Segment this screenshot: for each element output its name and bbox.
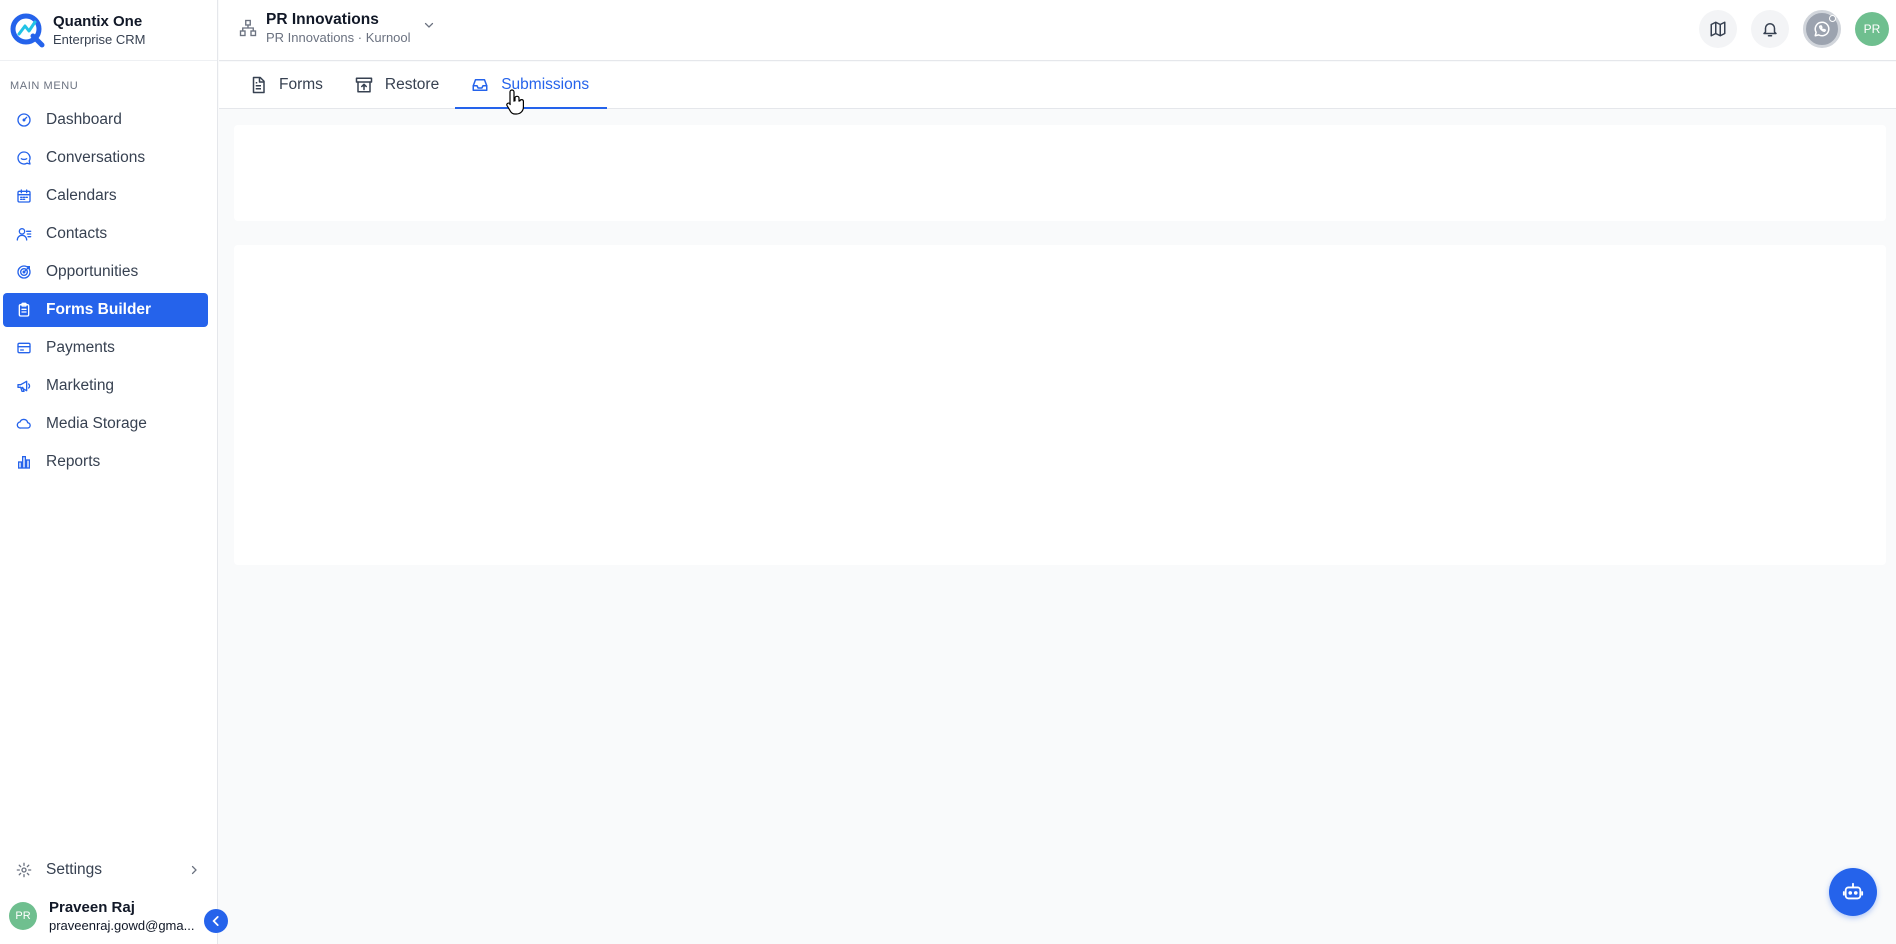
calendar-icon <box>15 187 33 205</box>
sidebar-item-label: Dashboard <box>46 111 122 128</box>
map-button[interactable] <box>1699 10 1737 48</box>
tab-restore[interactable]: Restore <box>355 62 453 108</box>
sidebar-item-media-storage[interactable]: Media Storage <box>3 407 208 441</box>
sidebar-item-label: Contacts <box>46 225 108 242</box>
organization-switcher[interactable]: PR Innovations PR Innovations · Kurnool <box>239 10 435 46</box>
organization-location: PR Innovations · Kurnool <box>266 30 411 45</box>
robot-icon <box>1842 882 1864 900</box>
document-icon <box>249 75 269 95</box>
user-email: praveenraj.gowd@gma... <box>49 917 195 933</box>
sidebar-item-opportunities[interactable]: Opportunities <box>3 255 208 289</box>
inbox-icon <box>471 75 491 95</box>
notifications-button[interactable] <box>1751 10 1789 48</box>
whatsapp-button[interactable] <box>1803 10 1841 48</box>
sidebar-item-conversations[interactable]: Conversations <box>3 141 208 175</box>
chevron-left-icon <box>212 916 219 926</box>
organization-name: PR Innovations <box>266 11 379 28</box>
sitemap-icon <box>239 19 257 37</box>
main-menu-label: MAIN MENU <box>10 80 79 92</box>
sidebar: Quantix One Enterprise CRM MAIN MENU Das… <box>0 0 218 944</box>
user-profile[interactable]: PR Praveen Raj praveenraj.gowd@gma... <box>9 896 209 936</box>
submissions-filter-panel <box>234 125 1886 221</box>
bell-icon <box>1763 23 1777 37</box>
tab-label: Forms <box>279 76 323 93</box>
sidebar-item-dashboard[interactable]: Dashboard <box>3 103 208 137</box>
bar-chart-icon <box>15 453 33 471</box>
sidebar-item-contacts[interactable]: Contacts <box>3 217 208 251</box>
tab-label: Restore <box>384 76 440 93</box>
sidebar-item-label: Reports <box>46 453 101 470</box>
quantix-logo-icon <box>10 13 45 48</box>
top-header: PR Innovations PR Innovations · Kurnool … <box>219 0 1896 61</box>
credit-card-icon <box>15 339 33 357</box>
sidebar-item-calendars[interactable]: Calendars <box>3 179 208 213</box>
cloud-icon <box>15 415 33 433</box>
gauge-icon <box>15 111 33 129</box>
contacts-icon <box>15 225 33 243</box>
chevron-down-icon <box>424 22 433 28</box>
sidebar-item-marketing[interactable]: Marketing <box>3 369 208 403</box>
tab-forms[interactable]: Forms <box>249 62 337 108</box>
tab-submissions[interactable]: Submissions <box>455 62 607 109</box>
sidebar-item-forms-builder[interactable]: Forms Builder <box>3 293 208 327</box>
chat-icon <box>15 149 33 167</box>
sidebar-item-payments[interactable]: Payments <box>3 331 208 365</box>
target-icon <box>15 263 33 281</box>
chevron-right-icon <box>191 865 197 875</box>
sidebar-item-label: Conversations <box>46 149 146 166</box>
sidebar-item-label: Marketing <box>46 377 115 394</box>
archive-restore-icon <box>355 75 375 95</box>
tab-label: Submissions <box>501 76 590 93</box>
user-name: Praveen Raj <box>49 898 135 916</box>
gear-icon <box>15 861 33 879</box>
sidebar-item-reports[interactable]: Reports <box>3 445 208 479</box>
brand[interactable]: Quantix One Enterprise CRM <box>0 0 217 61</box>
sidebar-item-label: Calendars <box>46 187 117 204</box>
sidebar-item-label: Media Storage <box>46 415 147 432</box>
settings-label: Settings <box>46 861 103 878</box>
whatsapp-icon <box>1814 21 1830 37</box>
sidebar-item-label: Payments <box>46 339 115 356</box>
sidebar-item-settings[interactable]: Settings <box>3 853 208 887</box>
forms-tabs: Forms Restore Submissions <box>219 62 1896 109</box>
brand-subtitle: Enterprise CRM <box>53 31 146 47</box>
sidebar-item-label: Opportunities <box>46 263 139 280</box>
brand-name: Quantix One <box>53 12 143 30</box>
megaphone-icon <box>15 377 33 395</box>
main-menu: Dashboard Conversations Calendars Contac… <box>0 103 217 479</box>
header-avatar[interactable]: PR <box>1855 12 1889 46</box>
clipboard-icon <box>15 301 33 319</box>
chatbot-button[interactable] <box>1829 868 1877 916</box>
map-icon <box>1710 21 1726 37</box>
collapse-sidebar-button[interactable] <box>204 909 228 933</box>
submissions-table-panel <box>234 245 1886 565</box>
avatar: PR <box>9 902 37 930</box>
sidebar-item-label: Forms Builder <box>46 301 152 318</box>
status-dot <box>1829 15 1836 22</box>
